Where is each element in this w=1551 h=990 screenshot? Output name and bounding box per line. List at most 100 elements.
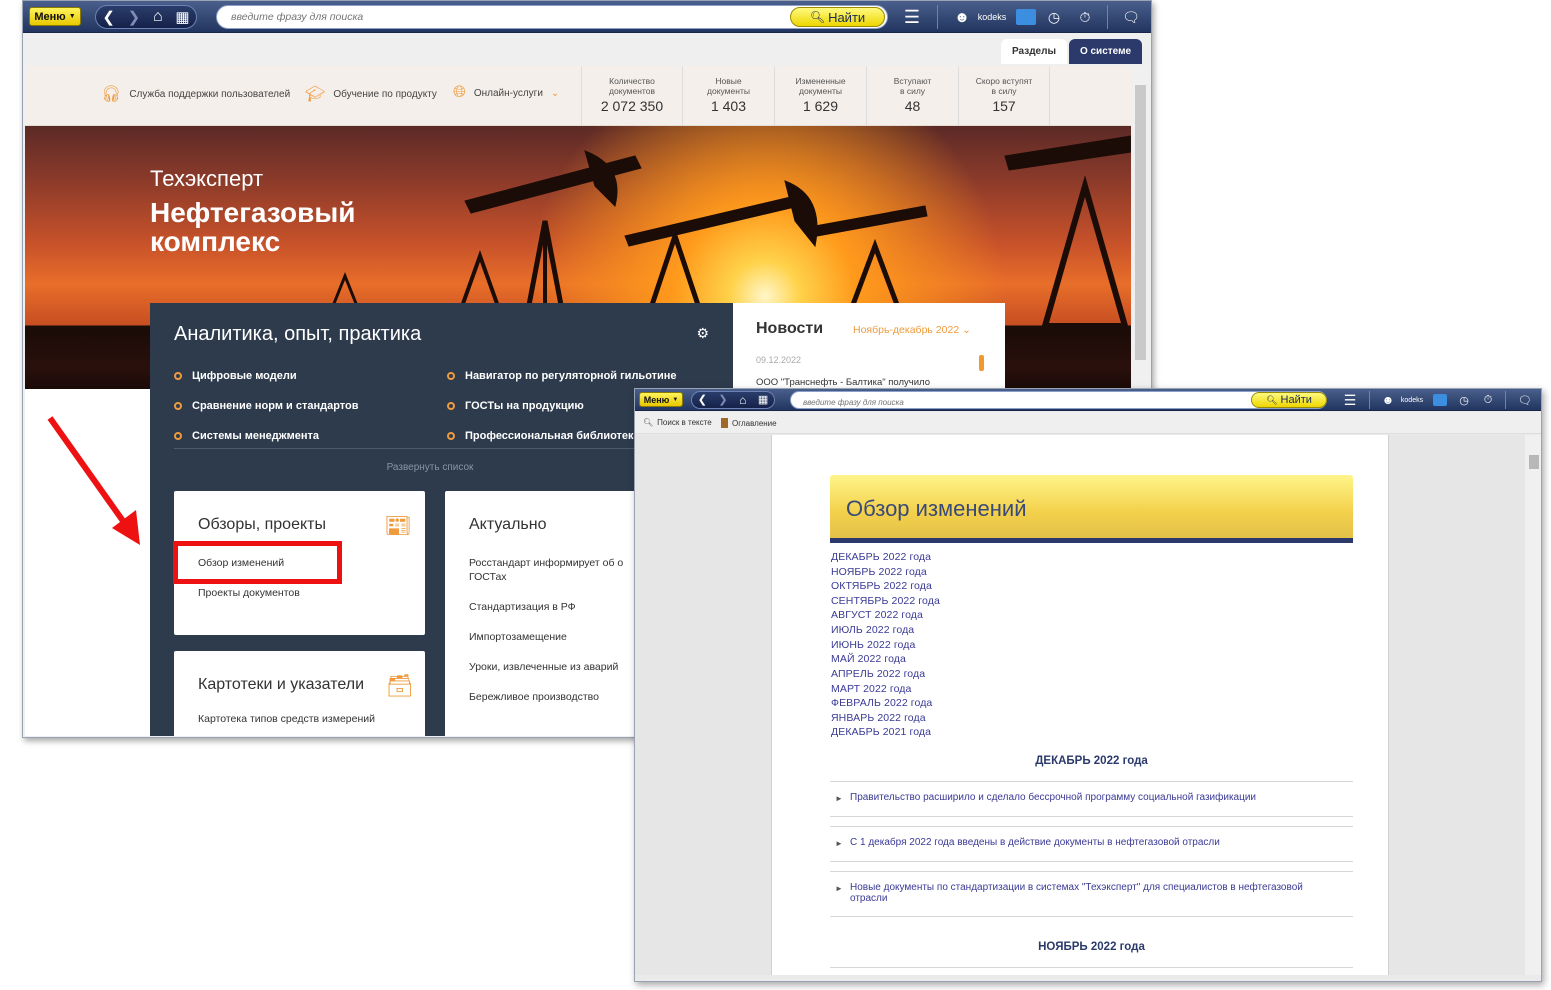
analytics-title: Аналитика, опыт, практика	[174, 323, 422, 345]
link-lessons-accidents[interactable]: Уроки, извлеченные из аварий	[469, 661, 618, 673]
link-standardization[interactable]: Стандартизация в РФ	[469, 601, 576, 613]
month-link[interactable]: НОЯБРЬ 2022 года	[831, 566, 927, 578]
scrollbar-thumb[interactable]	[1529, 455, 1539, 469]
hamburger-menu-icon[interactable]: ☰	[903, 7, 921, 27]
link-measuring-instruments[interactable]: Картотека типов средств измерений	[198, 713, 375, 725]
link-regulatory-navigator[interactable]: Навигатор по регуляторной гильотине	[447, 370, 677, 382]
support-link[interactable]: 🎧︎ Служба поддержки пользователей	[101, 84, 290, 104]
search-input[interactable]	[791, 394, 1326, 411]
stat-new-documents[interactable]: Новые документы 1 403	[682, 66, 774, 126]
month-link[interactable]: ИЮНЬ 2022 года	[831, 639, 915, 651]
link-product-gosts[interactable]: ГОСТы на продукцию	[447, 400, 584, 412]
month-link[interactable]: ФЕВРАЛЬ 2022 года	[831, 697, 932, 709]
search-icon: 🔍︎	[809, 10, 826, 24]
link-rosstandart[interactable]: Росстандарт информирует об о	[469, 557, 623, 569]
bullet-icon	[174, 402, 182, 410]
product-title: Нефтегазовый комплекс	[150, 197, 356, 257]
stat-soon-into-force[interactable]: Скоро вступят в силу 157	[958, 66, 1050, 126]
triangle-right-icon: ►	[835, 839, 843, 848]
catalogs-card: Картотеки и указатели 🗃︎ Картотека типов…	[174, 651, 425, 736]
username-label[interactable]: kodeks	[1397, 393, 1427, 407]
home-icon[interactable]: ⌂	[153, 9, 163, 25]
link-professional-library[interactable]: Профессиональная библиотека	[447, 430, 640, 442]
triangle-right-icon: ►	[835, 884, 843, 893]
news-item-text[interactable]: ООО "Транснефть - Балтика" получило	[756, 377, 930, 388]
document-page: Обзор изменений ДЕКАБРЬ 2022 года НОЯБРЬ…	[771, 435, 1389, 975]
news-item[interactable]: ► Новые документы по стандартизации в си…	[830, 871, 1353, 917]
doc-subtoolbar: 🔍︎ Поиск в тексте Оглавление	[635, 412, 1541, 434]
online-services-dropdown[interactable]: 🌐︎ Онлайн-услуги ⌄	[453, 84, 559, 102]
grid-icon[interactable]: ▦	[758, 394, 768, 406]
news-date: 09.12.2022	[756, 355, 802, 365]
link-lean-production[interactable]: Бережливое производство	[469, 691, 599, 703]
month-link[interactable]: ДЕКАБРЬ 2021 года	[831, 726, 931, 738]
search-input[interactable]	[217, 6, 887, 28]
gear-icon[interactable]: ⚙	[696, 325, 709, 342]
stat-coming-into-force[interactable]: Вступают в силу 48	[866, 66, 958, 126]
expand-list-link[interactable]: Развернуть список	[150, 462, 710, 473]
link-import-substitution[interactable]: Импортозамещение	[469, 631, 567, 643]
top-toolbar: Меню▼ ❮ ❯ ⌂ ▦ 🔍︎Найти ☰ ☻ kodeks ◷ ⏱ 🗨︎	[23, 1, 1151, 33]
clock-icon[interactable]: ◷	[1045, 8, 1063, 26]
link-norms-comparison[interactable]: Сравнение норм и стандартов	[174, 400, 359, 412]
forward-arrow-icon[interactable]: ❯	[128, 10, 141, 25]
news-item[interactable]: ► Правительство расширило и сделало бесс…	[830, 781, 1353, 817]
grid-icon[interactable]: ▦	[175, 10, 189, 25]
find-button[interactable]: 🔍︎ Найти	[1251, 392, 1327, 408]
stat-total-documents[interactable]: Количество документов 2 072 350	[581, 66, 682, 126]
globe-icon: 🌐︎	[453, 84, 466, 101]
bullet-icon	[174, 432, 182, 440]
month-link[interactable]: МАРТ 2022 года	[831, 683, 911, 695]
bullet-icon	[174, 372, 182, 380]
news-item[interactable]: ► С 1 декабря 2022 года введены в действ…	[830, 826, 1353, 862]
month-link[interactable]: СЕНТЯБРЬ 2022 года	[831, 595, 940, 607]
folder-icon[interactable]	[1016, 9, 1036, 25]
month-link[interactable]: АВГУСТ 2022 года	[831, 609, 923, 621]
month-link[interactable]: ДЕКАБРЬ 2022 года	[831, 551, 931, 563]
hamburger-menu-icon[interactable]: ☰	[1342, 392, 1358, 408]
tab-about[interactable]: О системе	[1069, 39, 1142, 64]
month-link[interactable]: АПРЕЛЬ 2022 года	[831, 668, 925, 680]
month-link[interactable]: МАЙ 2022 года	[831, 653, 906, 665]
scrollbar-thumb[interactable]	[1135, 85, 1146, 360]
link-management-systems[interactable]: Системы менеджмента	[174, 430, 319, 442]
stat-changed-documents[interactable]: Измененные документы 1 629	[774, 66, 866, 126]
stopwatch-icon[interactable]: ⏱	[1481, 392, 1495, 408]
clock-icon[interactable]: ◷	[1457, 392, 1471, 408]
month-link[interactable]: ЯНВАРЬ 2022 года	[831, 712, 926, 724]
tab-sections[interactable]: Разделы	[1001, 39, 1067, 64]
news-panel: Новости Ноябрь-декабрь 2022 ⌄ 09.12.2022…	[733, 303, 1005, 393]
user-icon[interactable]: ☻	[1381, 392, 1395, 408]
toolbar-divider	[1505, 391, 1506, 409]
toolbar-divider	[937, 5, 938, 29]
link-rosstandart-cont[interactable]: ГОСТах	[469, 571, 507, 583]
news-period-dropdown[interactable]: Ноябрь-декабрь 2022 ⌄	[853, 324, 971, 336]
user-icon[interactable]: ☻	[953, 7, 971, 27]
back-arrow-icon[interactable]: ❮	[698, 394, 707, 406]
month-link[interactable]: ОКТЯБРЬ 2022 года	[831, 580, 932, 592]
bullet-icon	[447, 372, 455, 380]
chat-icon[interactable]: 🗨︎	[1121, 8, 1141, 26]
training-link[interactable]: 🎓︎ Обучение по продукту	[305, 84, 437, 104]
section-title-november: НОЯБРЬ 2022 года	[1038, 941, 1145, 953]
menu-button[interactable]: Меню ▼	[29, 7, 81, 26]
toc-button[interactable]: Оглавление	[721, 418, 777, 428]
stopwatch-icon[interactable]: ⏱	[1076, 8, 1094, 26]
red-arrow-icon	[47, 416, 140, 545]
news-scrollbar[interactable]	[979, 355, 984, 371]
doc-scrollbar[interactable]	[1525, 435, 1541, 975]
username-label[interactable]: kodeks	[975, 9, 1009, 25]
home-icon[interactable]: ⌂	[739, 394, 746, 406]
find-button[interactable]: 🔍︎ Найти	[790, 7, 885, 27]
forward-arrow-icon[interactable]: ❯	[718, 394, 727, 406]
doc-toolbar: Меню▼ ❮ ❯ ⌂ ▦ 🔍︎Найти ☰ ☻ kodeks ◷ ⏱ 🗨︎	[635, 389, 1541, 411]
search-in-text-button[interactable]: 🔍︎ Поиск в тексте	[643, 418, 712, 427]
month-link[interactable]: ИЮЛЬ 2022 года	[831, 624, 914, 636]
back-arrow-icon[interactable]: ❮	[102, 10, 115, 25]
link-digital-models[interactable]: Цифровые модели	[174, 370, 297, 382]
folder-icon[interactable]	[1433, 394, 1447, 406]
menu-button[interactable]: Меню ▼	[639, 392, 683, 407]
divider	[830, 967, 1353, 968]
chat-icon[interactable]: 🗨︎	[1517, 392, 1533, 408]
link-draft-documents[interactable]: Проекты документов	[198, 587, 300, 599]
